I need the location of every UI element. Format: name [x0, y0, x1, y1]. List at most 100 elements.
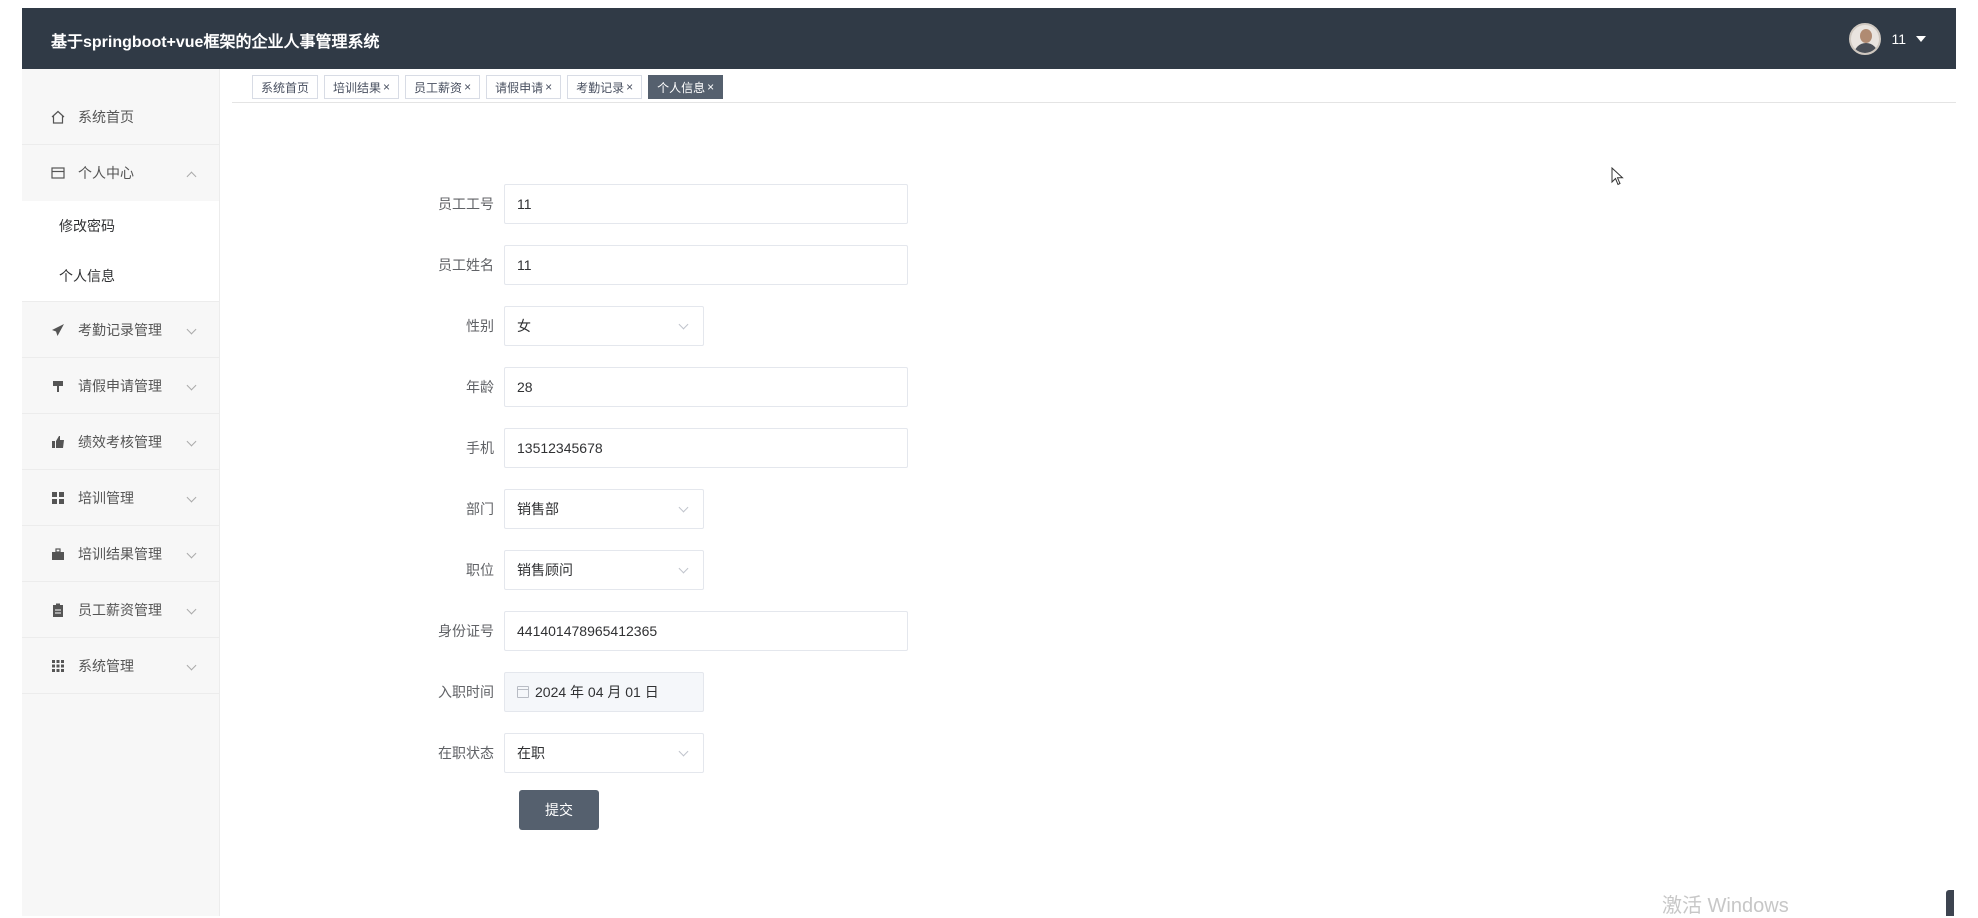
employee-no-label: 员工工号: [438, 196, 494, 212]
paper-plane-icon: [50, 322, 66, 338]
chevron-down-icon: [186, 604, 197, 615]
sidebar-item-performance[interactable]: 绩效考核管理: [22, 414, 219, 470]
sidebar-item-salary[interactable]: 员工薪资管理: [22, 582, 219, 638]
gender-value: 女: [517, 318, 531, 334]
phone-input[interactable]: [504, 428, 908, 468]
close-icon[interactable]: ×: [707, 80, 714, 94]
employee-name-input[interactable]: [504, 245, 908, 285]
chevron-down-icon: [186, 548, 197, 559]
hire-date-label: 入职时间: [438, 684, 494, 700]
tab-training-result[interactable]: 培训结果 ×: [324, 75, 400, 99]
user-menu[interactable]: 11: [1849, 23, 1926, 55]
sidebar: 系统首页 个人中心 修改密码 个人信息 考勤记录管理 请假申请管理 绩效考核管理…: [22, 69, 220, 916]
department-label: 部门: [466, 501, 494, 517]
home-icon: [50, 109, 66, 125]
employee-name-label: 员工姓名: [438, 257, 494, 273]
sidebar-group-personal: 个人中心 修改密码 个人信息: [22, 145, 219, 302]
app-title: 基于springboot+vue框架的企业人事管理系统: [51, 34, 380, 51]
form-row-employee-no: 员工工号: [412, 184, 908, 224]
calendar-icon: [517, 686, 529, 698]
sidebar-item-training-result[interactable]: 培训结果管理: [22, 526, 219, 582]
id-number-label: 身份证号: [438, 623, 494, 639]
top-header: 基于springboot+vue框架的企业人事管理系统 11: [22, 8, 1956, 69]
tab-salary[interactable]: 员工薪资 ×: [405, 75, 481, 99]
form-row-phone: 手机: [412, 428, 908, 468]
position-label: 职位: [466, 562, 494, 578]
form-row-id-number: 身份证号: [412, 611, 908, 651]
caret-down-icon: [1916, 36, 1926, 42]
status-label: 在职状态: [438, 745, 494, 761]
tab-attendance[interactable]: 考勤记录 ×: [567, 75, 643, 99]
position-select[interactable]: 销售顾问: [504, 550, 704, 590]
sidebar-item-label: 考勤记录管理: [78, 321, 162, 338]
chevron-down-icon: [186, 492, 197, 503]
window-icon: [50, 165, 66, 181]
chevron-down-icon: [678, 746, 689, 757]
chevron-down-icon: [186, 660, 197, 671]
gender-select[interactable]: 女: [504, 306, 704, 346]
age-input[interactable]: [504, 367, 908, 407]
sidebar-item-label: 培训结果管理: [78, 545, 162, 562]
sidebar-item-attendance[interactable]: 考勤记录管理: [22, 302, 219, 358]
department-value: 销售部: [517, 501, 559, 517]
apps-icon: [50, 658, 66, 674]
form-row-position: 职位 销售顾问: [412, 550, 704, 590]
sidebar-item-label: 系统管理: [78, 657, 134, 674]
sidebar-item-label: 个人中心: [78, 165, 134, 181]
employee-no-input[interactable]: [504, 184, 908, 224]
chevron-down-icon: [186, 436, 197, 447]
user-name: 11: [1891, 31, 1906, 47]
sidebar-item-label: 请假申请管理: [78, 377, 162, 394]
close-icon[interactable]: ×: [545, 80, 552, 94]
close-icon[interactable]: ×: [383, 80, 390, 94]
grid-icon: [50, 490, 66, 506]
form-row-department: 部门 销售部: [412, 489, 704, 529]
app-window: 基于springboot+vue框架的企业人事管理系统 11 系统首页 个人中心: [22, 8, 1956, 916]
thumbs-up-icon: [50, 434, 66, 450]
chevron-down-icon: [186, 380, 197, 391]
edge-handle[interactable]: [1946, 890, 1954, 916]
sidebar-item-label: 绩效考核管理: [78, 433, 162, 450]
status-value: 在职: [517, 745, 545, 761]
tab-personal-info[interactable]: 个人信息 ×: [648, 75, 724, 99]
id-number-input[interactable]: [504, 611, 908, 651]
avatar: [1849, 23, 1882, 55]
chevron-down-icon: [186, 324, 197, 335]
signpost-icon: [50, 378, 66, 394]
tab-leave[interactable]: 请假申请 ×: [486, 75, 562, 99]
windows-activation-watermark: 激活 Windows: [1662, 895, 1789, 917]
hire-date-picker[interactable]: 2024 年 04 月 01 日: [504, 672, 704, 712]
form-row-employee-name: 员工姓名: [412, 245, 908, 285]
sidebar-item-training[interactable]: 培训管理: [22, 470, 219, 526]
chevron-down-icon: [678, 319, 689, 330]
form-row-age: 年龄: [412, 367, 908, 407]
briefcase-icon: [50, 546, 66, 562]
gender-label: 性别: [466, 318, 494, 334]
chevron-up-icon: [186, 171, 197, 182]
phone-label: 手机: [466, 440, 494, 456]
form-row-hire-date: 入职时间 2024 年 04 月 01 日: [412, 672, 704, 712]
tag-tabs: 系统首页 培训结果 × 员工薪资 × 请假申请 × 考勤记录 × 个人信息 ×: [232, 75, 1956, 103]
close-icon[interactable]: ×: [464, 80, 471, 94]
department-select[interactable]: 销售部: [504, 489, 704, 529]
chevron-down-icon: [678, 563, 689, 574]
sidebar-subitem-personal-info[interactable]: 个人信息: [22, 251, 219, 301]
sidebar-item-label: 系统首页: [78, 108, 134, 125]
sidebar-item-system[interactable]: 系统管理: [22, 638, 219, 694]
sidebar-item-label: 员工薪资管理: [78, 601, 162, 618]
age-label: 年龄: [466, 379, 494, 395]
sidebar-item-personal-center[interactable]: 个人中心: [22, 145, 219, 201]
sidebar-subitem-change-password[interactable]: 修改密码: [22, 201, 219, 251]
sidebar-item-home[interactable]: 系统首页: [22, 69, 219, 145]
mouse-cursor-icon: [1611, 167, 1624, 186]
sidebar-item-leave[interactable]: 请假申请管理: [22, 358, 219, 414]
clipboard-icon: [50, 602, 66, 618]
sidebar-item-label: 培训管理: [78, 489, 134, 506]
tab-home[interactable]: 系统首页: [252, 75, 319, 99]
form-row-status: 在职状态 在职: [412, 733, 704, 773]
hire-date-value: 2024 年 04 月 01 日: [535, 684, 659, 700]
close-icon[interactable]: ×: [626, 80, 633, 94]
submit-button[interactable]: 提交: [519, 790, 599, 830]
status-select[interactable]: 在职: [504, 733, 704, 773]
chevron-down-icon: [678, 502, 689, 513]
